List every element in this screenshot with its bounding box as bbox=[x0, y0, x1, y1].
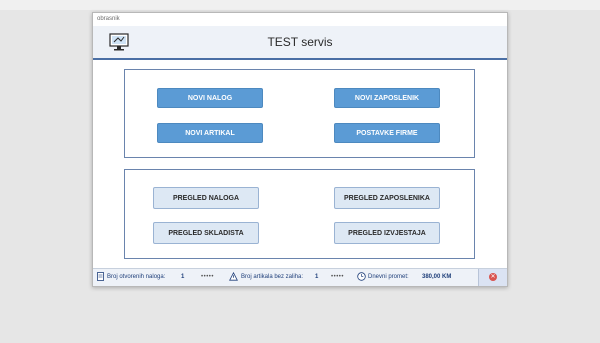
no-stock-label: Broj artikala bez zaliha: bbox=[241, 274, 304, 280]
open-orders-value: 1 bbox=[181, 274, 185, 280]
review-reports-button[interactable]: PREGLED IZVJESTAJA bbox=[334, 222, 440, 244]
new-article-button[interactable]: NOVI ARTIKAL bbox=[157, 123, 263, 143]
page-title: TEST servis bbox=[267, 35, 333, 49]
review-orders-button[interactable]: PREGLED NALOGA bbox=[153, 187, 259, 209]
daily-turnover-label: Dnevni promet: bbox=[368, 274, 409, 280]
warning-icon bbox=[229, 272, 238, 281]
header-bar: TEST servis bbox=[93, 26, 507, 60]
top-strip bbox=[0, 0, 600, 10]
app-window: obrasnik TEST servis NOVI NALOG NOVI ZAP… bbox=[92, 12, 508, 287]
open-orders-dots: ••••• bbox=[201, 274, 215, 280]
company-settings-button[interactable]: POSTAVKE FIRME bbox=[334, 123, 440, 143]
review-employees-button[interactable]: PREGLED ZAPOSLENIKA bbox=[334, 187, 440, 209]
clock-icon bbox=[357, 272, 366, 281]
new-order-button[interactable]: NOVI NALOG bbox=[157, 88, 263, 108]
close-icon: ✕ bbox=[489, 273, 497, 281]
document-icon bbox=[97, 272, 104, 281]
status-bar: Broj otvorenih naloga: 1 ••••• Broj arti… bbox=[93, 268, 507, 286]
daily-turnover-value: 380,00 KM bbox=[422, 274, 452, 280]
no-stock-value: 1 bbox=[315, 274, 319, 280]
actions-panel: NOVI NALOG NOVI ZAPOSLENIK NOVI ARTIKAL … bbox=[124, 69, 475, 158]
no-stock-dots: ••••• bbox=[331, 274, 345, 280]
window-title: obrasnik bbox=[97, 16, 120, 22]
review-warehouse-button[interactable]: PREGLED SKLADISTA bbox=[153, 222, 259, 244]
open-orders-label: Broj otvorenih naloga: bbox=[107, 274, 166, 280]
reviews-panel: PREGLED NALOGA PREGLED ZAPOSLENIKA PREGL… bbox=[124, 169, 475, 259]
close-button[interactable]: ✕ bbox=[478, 269, 507, 286]
new-employee-button[interactable]: NOVI ZAPOSLENIK bbox=[334, 88, 440, 108]
